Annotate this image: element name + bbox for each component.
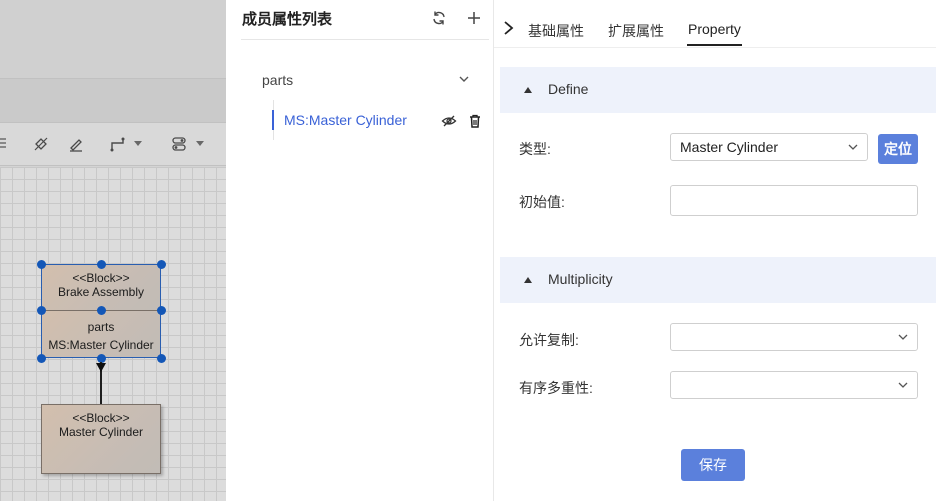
save-button[interactable]: 保存 [681,449,745,481]
member-attribute-panel: 成员属性列表 parts MS:Master Cylinder [226,0,494,501]
caret-up-icon [524,277,532,283]
resize-handle[interactable] [97,260,106,269]
block-stereotype: <<Block>> [72,271,130,285]
resize-handle[interactable] [37,260,46,269]
pen-icon[interactable] [68,136,84,152]
tab-property[interactable]: Property [688,21,741,37]
eye-off-icon[interactable] [441,113,457,129]
diagram-canvas-area: <<Block>> Brake Assembly parts MS:Master… [0,0,226,501]
connector-icon[interactable] [110,136,126,152]
compartment-title: parts [87,320,115,334]
block-name: Brake Assembly [57,285,145,299]
resize-handle[interactable] [37,306,46,315]
ordered-multiplicity-label: 有序多重性: [519,380,593,396]
allow-duplicate-label: 允许复制: [519,332,579,348]
composition-diamond-icon [96,363,106,372]
chevron-down-icon [898,334,908,340]
chevron-down-icon[interactable] [458,73,470,85]
resize-handle[interactable] [157,260,166,269]
trash-icon[interactable] [467,113,483,129]
tab-extended-properties[interactable]: 扩展属性 [608,21,664,41]
property-tabs-bar: 基础属性 扩展属性 Property [494,0,936,48]
block-name: Master Cylinder [58,425,144,439]
member-panel-title: 成员属性列表 [242,11,333,28]
canvas-tab-bar [0,78,226,122]
tab-basic-properties[interactable]: 基础属性 [528,21,584,41]
canvas-top-region [0,0,226,78]
resize-handle[interactable] [37,354,46,363]
member-panel-header: 成员属性列表 [241,0,489,40]
ordered-multiplicity-select[interactable] [670,371,918,399]
refresh-icon[interactable] [430,9,448,27]
section-define-title: Define [548,81,589,97]
type-select[interactable]: Master Cylinder [670,133,868,161]
resize-handle[interactable] [157,306,166,315]
block-master-cylinder[interactable]: <<Block>> Master Cylinder [41,404,161,474]
tree-group-parts[interactable]: parts [262,72,293,88]
toggle-icon[interactable] [171,136,187,152]
type-label: 类型: [519,141,551,157]
resize-handle[interactable] [97,306,106,315]
allow-duplicate-select[interactable] [670,323,918,351]
chevron-down-icon [848,144,858,150]
active-tab-underline [687,44,742,46]
tree-item-label: MS:Master Cylinder [284,112,407,128]
initial-value-label: 初始值: [519,194,565,210]
initial-value-input[interactable] [670,185,918,216]
block-stereotype: <<Block>> [72,411,130,425]
type-select-value: Master Cylinder [680,139,779,155]
tree-item-active-bar [272,110,274,130]
format-icon[interactable] [0,136,10,152]
block-brake-assembly[interactable]: <<Block>> Brake Assembly [41,264,161,311]
block-parts-compartment[interactable]: parts MS:Master Cylinder [41,310,161,358]
property-panel: 基础属性 扩展属性 Property Define 类型: Master Cyl… [494,0,936,501]
chevron-right-icon[interactable] [502,20,516,36]
toggle-dropdown-caret[interactable] [196,141,204,146]
section-multiplicity-header[interactable]: Multiplicity [500,257,936,303]
section-multiplicity-title: Multiplicity [548,271,613,287]
locate-button[interactable]: 定位 [878,134,918,164]
resize-handle[interactable] [157,354,166,363]
caret-up-icon [524,87,532,93]
connector-dropdown-caret[interactable] [134,141,142,146]
compartment-entry: MS:Master Cylinder [48,338,154,352]
plus-icon[interactable] [465,9,483,27]
section-define-header[interactable]: Define [500,67,936,113]
chevron-down-icon [898,382,908,388]
paint-bucket-icon[interactable] [33,136,49,152]
